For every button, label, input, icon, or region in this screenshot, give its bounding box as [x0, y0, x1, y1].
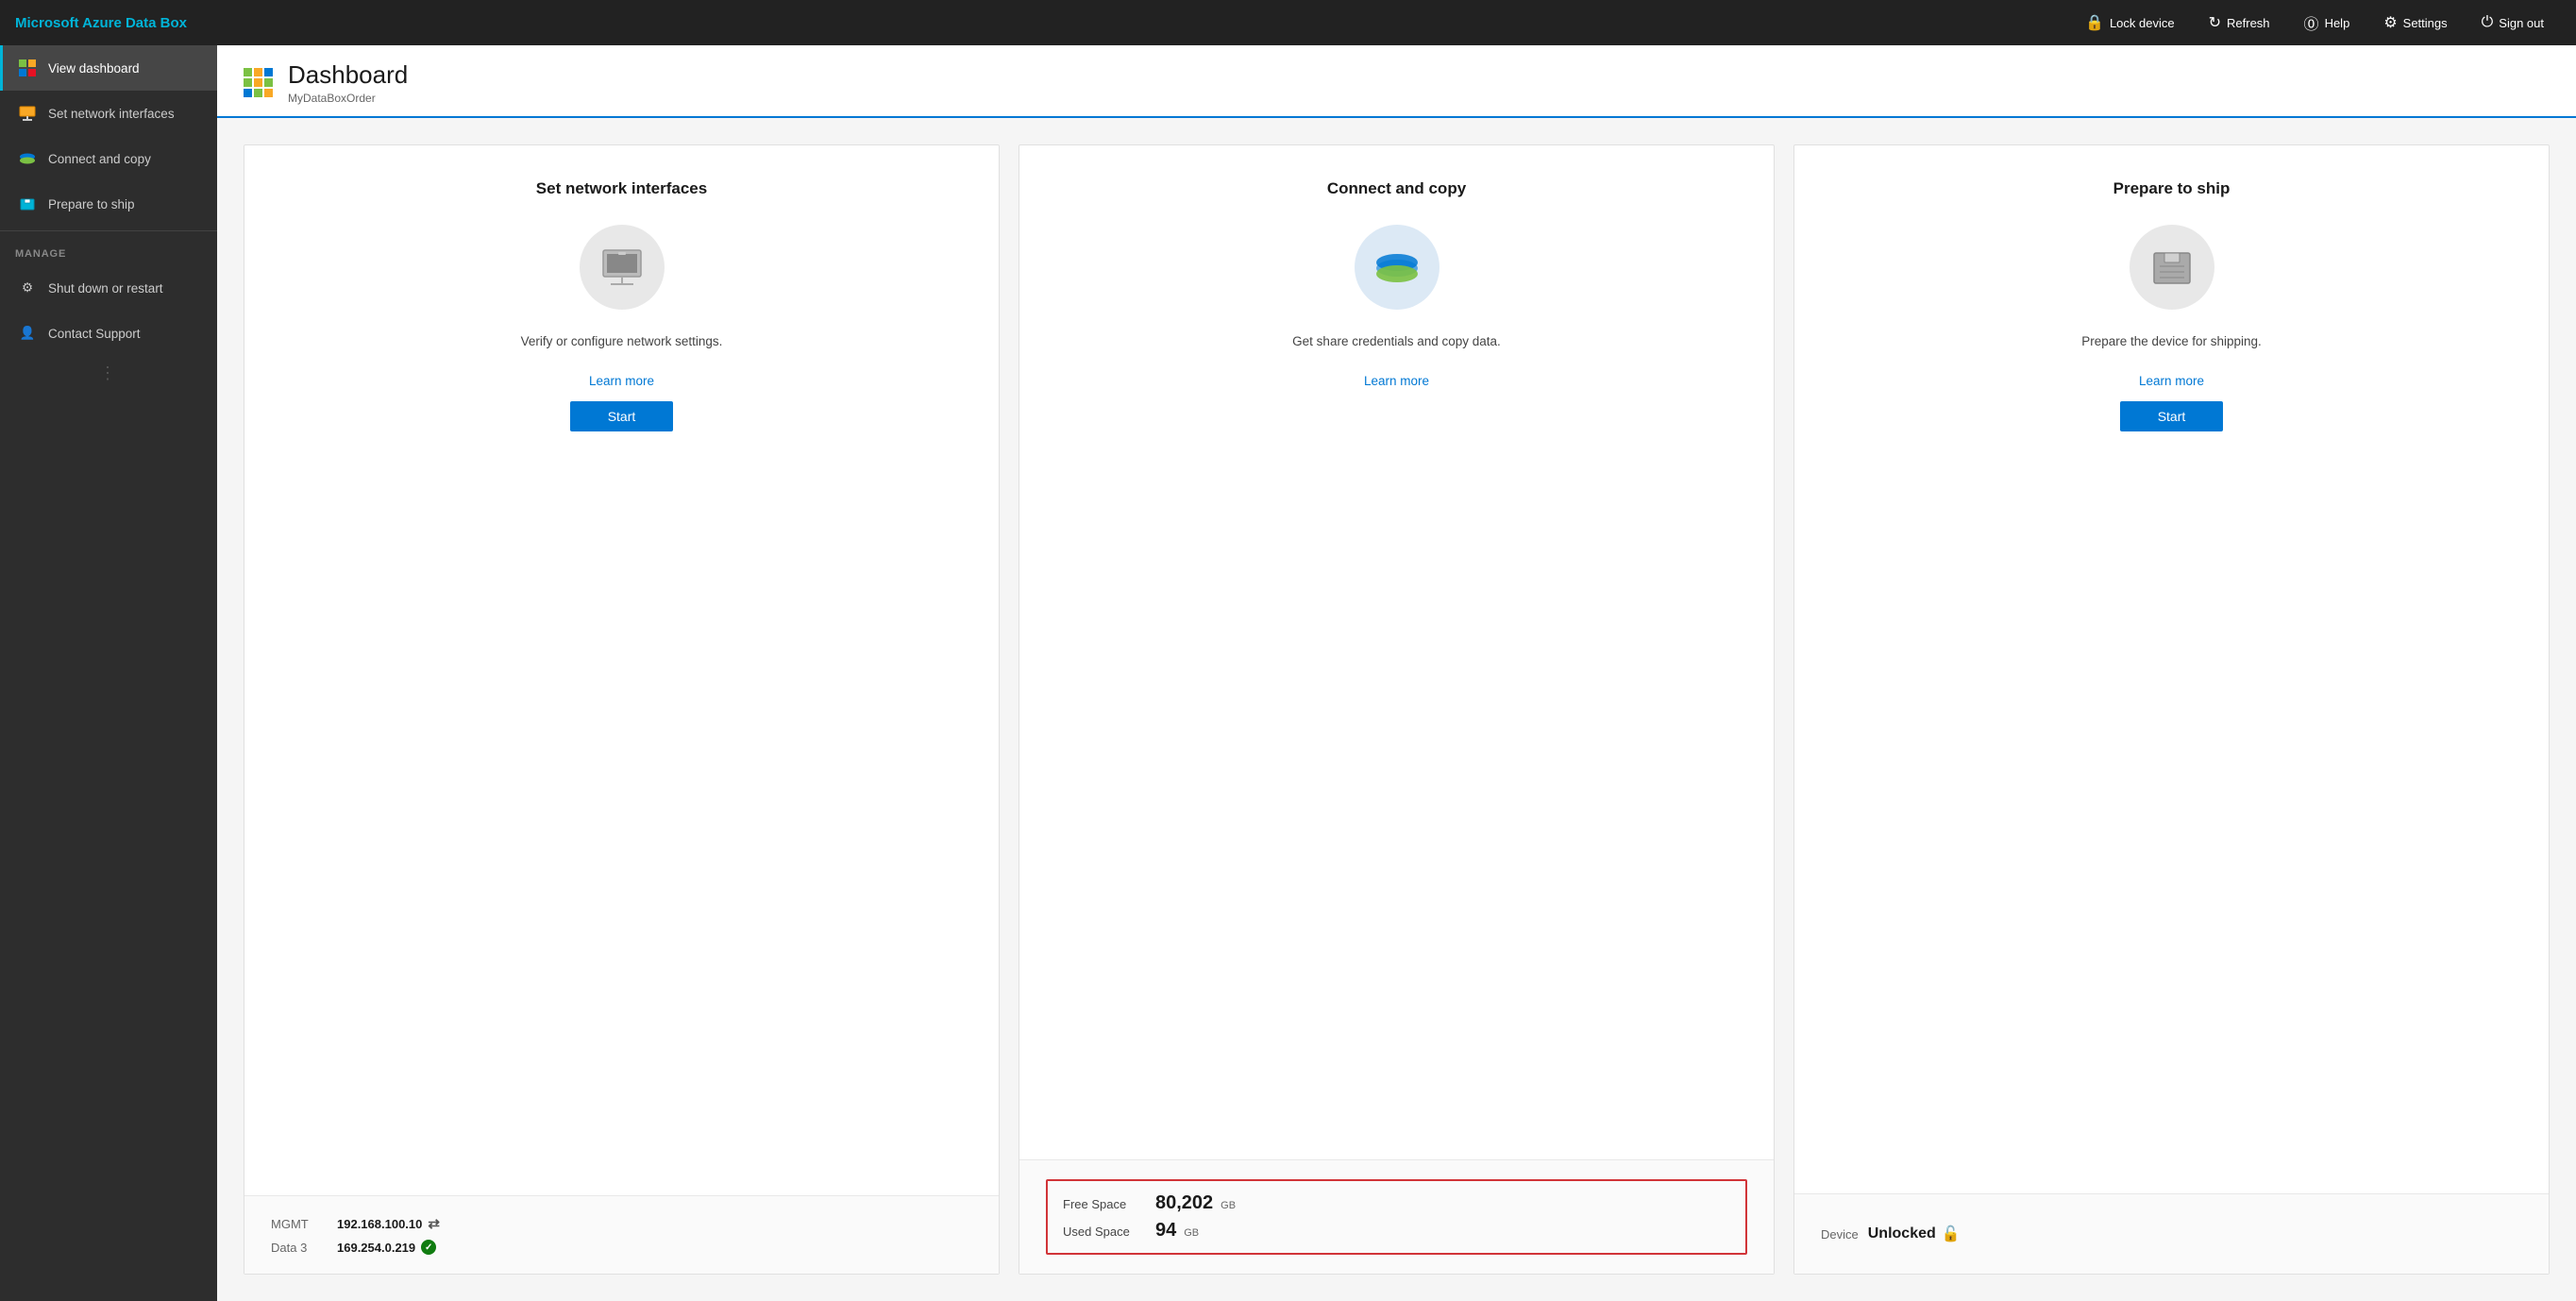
set-network-card-icon: [580, 225, 665, 310]
refresh-icon: ↻: [2209, 13, 2221, 32]
connect-copy-learn-more[interactable]: Learn more: [1364, 374, 1429, 388]
support-icon: 👤: [18, 324, 37, 343]
device-status: Device Unlocked 🔓: [1821, 1213, 2522, 1255]
set-network-card-title: Set network interfaces: [536, 179, 707, 198]
mgmt-value: 192.168.100.10 ⇄: [337, 1215, 440, 1232]
settings-icon: ⚙: [2383, 13, 2397, 32]
help-icon: ⓪: [2304, 11, 2319, 34]
topbar: Microsoft Azure Data Box 🔒 Lock device ↻…: [0, 0, 2576, 45]
set-network-card-bottom: MGMT 192.168.100.10 ⇄ Data 3 169.254.0.2…: [244, 1196, 999, 1274]
device-label: Device: [1821, 1227, 1859, 1242]
unlock-icon: 🔓: [1942, 1225, 1961, 1243]
settings-button[interactable]: ⚙ Settings: [2366, 0, 2464, 45]
network-icon: [18, 104, 37, 123]
arrows-icon: ⇄: [428, 1215, 440, 1232]
sidebar-label-connect: Connect and copy: [48, 152, 151, 166]
device-value: Unlocked 🔓: [1868, 1225, 1961, 1243]
connect-copy-card-desc: Get share credentials and copy data.: [1292, 332, 1501, 351]
lock-icon: 🔒: [2085, 13, 2104, 32]
sidebar-item-shutdown[interactable]: ⚙ Shut down or restart: [0, 265, 217, 311]
prepare-ship-card-desc: Prepare the device for shipping.: [2081, 332, 2262, 351]
free-space-unit: GB: [1221, 1200, 1236, 1211]
set-network-card: Set network interfaces Verify or configu…: [244, 144, 1000, 1275]
free-space-label: Free Space: [1063, 1197, 1148, 1211]
refresh-button[interactable]: ↻ Refresh: [2192, 0, 2287, 45]
prepare-ship-card-title: Prepare to ship: [2113, 179, 2231, 198]
lock-device-button[interactable]: 🔒 Lock device: [2068, 0, 2192, 45]
sidebar-label-prepare: Prepare to ship: [48, 197, 135, 211]
sidebar-item-prepare-ship[interactable]: Prepare to ship: [0, 181, 217, 227]
mgmt-label: MGMT: [271, 1217, 328, 1231]
prepare-ship-card-bottom: Device Unlocked 🔓: [1794, 1194, 2549, 1274]
check-icon: ✓: [421, 1240, 436, 1255]
sidebar-divider: [0, 230, 217, 231]
used-space-label: Used Space: [1063, 1225, 1148, 1239]
page-title: Dashboard: [288, 60, 408, 90]
page-subtitle: MyDataBoxOrder: [288, 92, 408, 105]
connect-copy-card-bottom: Free Space 80,202 GB Used Space 94 GB: [1019, 1160, 1774, 1274]
used-space-row: Used Space 94 GB: [1063, 1220, 1730, 1242]
prepare-ship-card-top: Prepare to ship Prepare the device for s…: [1794, 145, 2549, 1194]
dashboard-icon: [18, 59, 37, 77]
data3-row: Data 3 169.254.0.219 ✓: [271, 1240, 972, 1255]
app-title: Microsoft Azure Data Box: [15, 15, 2068, 31]
sidebar-item-contact-support[interactable]: 👤 Contact Support: [0, 311, 217, 356]
prepare-ship-card: Prepare to ship Prepare the device for s…: [1793, 144, 2550, 1275]
used-space-unit: GB: [1184, 1227, 1199, 1239]
content-area: Dashboard MyDataBoxOrder Set network int…: [217, 45, 2576, 1301]
help-button[interactable]: ⓪ Help: [2287, 0, 2367, 45]
set-network-learn-more[interactable]: Learn more: [589, 374, 654, 388]
data3-value: 169.254.0.219 ✓: [337, 1240, 436, 1255]
signout-icon: ⏻: [2482, 14, 2494, 31]
shutdown-icon: ⚙: [18, 279, 37, 297]
connect-copy-card-title: Connect and copy: [1327, 179, 1466, 198]
mgmt-row: MGMT 192.168.100.10 ⇄: [271, 1215, 972, 1232]
prepare-ship-icon: [18, 194, 37, 213]
sidebar-label-support: Contact Support: [48, 327, 141, 341]
set-network-card-desc: Verify or configure network settings.: [521, 332, 723, 351]
connect-copy-card-top: Connect and copy Get share credentials a…: [1019, 145, 1774, 1160]
sidebar-label-dashboard: View dashboard: [48, 61, 140, 76]
data3-label: Data 3: [271, 1241, 328, 1255]
prepare-ship-card-icon: [2130, 225, 2214, 310]
cards-container: Set network interfaces Verify or configu…: [217, 118, 2576, 1301]
sidebar-label-shutdown: Shut down or restart: [48, 281, 163, 296]
page-header: Dashboard MyDataBoxOrder: [217, 45, 2576, 118]
sidebar-label-network: Set network interfaces: [48, 107, 175, 121]
prepare-ship-start-button[interactable]: Start: [2120, 401, 2224, 431]
sidebar-drag-handle[interactable]: ⋮: [0, 356, 217, 391]
main-layout: View dashboard Set network interfaces Co…: [0, 45, 2576, 1301]
header-grid-icon: [244, 68, 273, 97]
set-network-start-button[interactable]: Start: [570, 401, 674, 431]
set-network-card-top: Set network interfaces Verify or configu…: [244, 145, 999, 1196]
free-space-value: 80,202: [1155, 1192, 1213, 1214]
signout-button[interactable]: ⏻ Sign out: [2465, 0, 2561, 45]
topbar-actions: 🔒 Lock device ↻ Refresh ⓪ Help ⚙ Setting…: [2068, 0, 2561, 45]
sidebar-item-set-network[interactable]: Set network interfaces: [0, 91, 217, 136]
space-info-box: Free Space 80,202 GB Used Space 94 GB: [1046, 1179, 1747, 1255]
sidebar-item-view-dashboard[interactable]: View dashboard: [0, 45, 217, 91]
sidebar: View dashboard Set network interfaces Co…: [0, 45, 217, 1301]
prepare-ship-learn-more[interactable]: Learn more: [2139, 374, 2204, 388]
sidebar-item-connect-copy[interactable]: Connect and copy: [0, 136, 217, 181]
connect-copy-card-icon: [1355, 225, 1440, 310]
connect-copy-icon: [18, 149, 37, 168]
connect-copy-card: Connect and copy Get share credentials a…: [1019, 144, 1775, 1275]
used-space-value: 94: [1155, 1220, 1176, 1242]
manage-section-label: MANAGE: [0, 235, 217, 265]
free-space-row: Free Space 80,202 GB: [1063, 1192, 1730, 1214]
